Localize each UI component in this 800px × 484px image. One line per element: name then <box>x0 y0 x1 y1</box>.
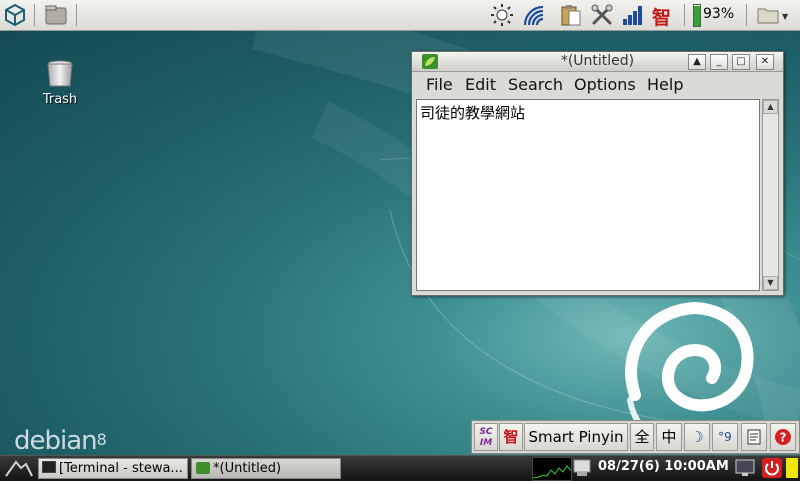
clipboard-icon[interactable] <box>559 3 583 27</box>
panel-separator <box>746 4 747 26</box>
taskbar: [Terminal - stewa... *(Untitled) 08/27(6… <box>0 455 800 481</box>
menu-help-label: Help <box>647 75 684 94</box>
clock[interactable]: 08/27(6) 10:00AM <box>598 459 729 474</box>
trash-icon <box>47 60 73 87</box>
panel-separator <box>684 4 685 26</box>
ime-toolbar: SC IM 智 Smart Pinyin 全 中 ☽ °9 ? <box>471 420 800 454</box>
battery-percent: 93% <box>703 6 735 22</box>
scroll-up-icon[interactable]: ▲ <box>763 100 778 114</box>
menu-search[interactable]: Search <box>508 75 563 94</box>
editor-text: 司徒的教學網站 <box>420 104 526 122</box>
signal-icon[interactable] <box>621 3 645 27</box>
punctuation-toggle[interactable]: °9 <box>712 423 738 451</box>
logo-icon[interactable] <box>3 3 27 27</box>
menu-options-label: Options <box>574 75 636 94</box>
power-icon[interactable] <box>762 458 782 478</box>
start-menu-icon[interactable] <box>4 458 34 478</box>
moon-icon[interactable]: ☽ <box>684 423 710 451</box>
task-terminal[interactable]: [Terminal - stewa... <box>38 458 188 479</box>
menu-help[interactable]: Help <box>647 75 683 94</box>
brightness-icon[interactable] <box>490 3 514 27</box>
trash-label: Trash <box>42 92 78 107</box>
pin-icon[interactable]: ▲ <box>688 54 706 70</box>
task-editor[interactable]: *(Untitled) <box>191 458 341 479</box>
panel-separator <box>76 4 77 26</box>
full-width-toggle[interactable]: 全 <box>630 423 654 451</box>
editor-window: *(Untitled) ▲ _ □ ✕ File Edit Search Opt… <box>411 51 784 296</box>
menu-file[interactable]: File <box>426 75 453 94</box>
menubar: File Edit Search Options Help <box>412 72 783 96</box>
scim-logo-icon[interactable]: SC IM <box>474 423 498 451</box>
menu-edit-label: Edit <box>465 75 496 94</box>
folder-icon[interactable] <box>756 3 780 27</box>
trash-desktop-item[interactable]: Trash <box>36 60 84 107</box>
window-titlebar[interactable]: *(Untitled) ▲ _ □ ✕ <box>412 52 783 72</box>
minimize-button[interactable]: _ <box>710 54 728 70</box>
help-icon[interactable]: ? <box>770 423 796 451</box>
wifi-icon[interactable] <box>521 3 545 27</box>
maximize-button[interactable]: □ <box>732 54 750 70</box>
task-editor-label: *(Untitled) <box>213 461 282 476</box>
leafpad-icon <box>196 462 210 474</box>
chinese-mode-toggle[interactable]: 中 <box>656 423 682 451</box>
workspace-indicator[interactable] <box>786 458 798 478</box>
menu-edit[interactable]: Edit <box>465 75 496 94</box>
debian-logo-text: debian <box>14 426 98 455</box>
top-panel: 智 93% ▼ <box>0 0 800 31</box>
debian-logo: debian8 <box>14 426 107 455</box>
panel-separator <box>34 4 35 26</box>
keyboard-icon[interactable] <box>741 423 767 451</box>
files-icon[interactable] <box>44 3 68 27</box>
ime-icon[interactable]: 智 <box>652 3 671 30</box>
menu-options[interactable]: Options <box>574 75 636 94</box>
task-terminal-label: [Terminal - stewa... <box>59 461 183 476</box>
terminal-icon <box>42 461 56 473</box>
display-icon[interactable] <box>734 458 756 478</box>
close-button[interactable]: ✕ <box>756 54 774 70</box>
battery-icon[interactable] <box>693 4 701 27</box>
chevron-down-icon[interactable]: ▼ <box>782 12 788 21</box>
vertical-scrollbar[interactable]: ▲ ▼ <box>762 99 779 291</box>
text-editor-area[interactable]: 司徒的教學網站 <box>416 99 760 291</box>
menu-file-label: File <box>426 75 453 94</box>
input-method-button[interactable]: Smart Pinyin <box>524 423 628 451</box>
menu-search-label: Search <box>508 75 563 94</box>
tools-icon[interactable] <box>590 3 614 27</box>
scroll-down-icon[interactable]: ▼ <box>763 276 778 290</box>
debian-version: 8 <box>96 430 107 449</box>
ime-kanji-icon[interactable]: 智 <box>499 423 523 451</box>
cpu-monitor[interactable] <box>532 457 572 481</box>
battery-fill <box>694 6 700 26</box>
network-icon[interactable] <box>572 457 594 479</box>
svg-text:?: ? <box>780 431 787 445</box>
